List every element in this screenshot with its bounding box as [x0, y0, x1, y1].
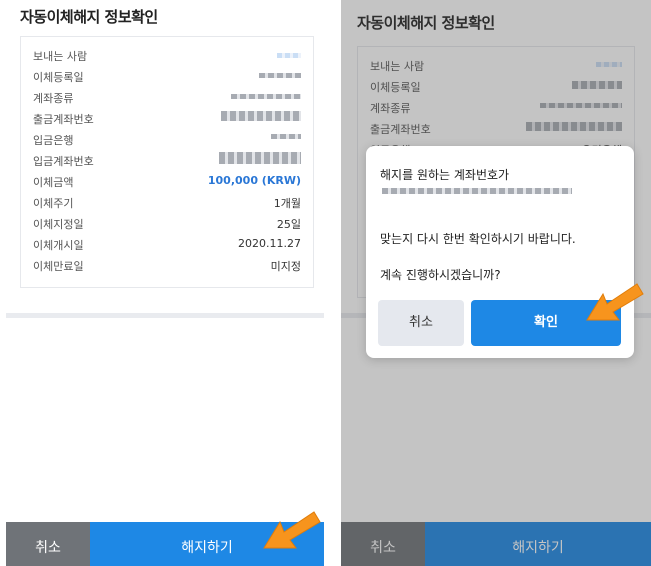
row-account-type: 계좌종류: [33, 87, 301, 107]
row-withdraw-account: 출금계좌번호: [33, 108, 301, 128]
orange-arrow-icon: [263, 511, 321, 549]
row-label: 이체만료일: [33, 260, 84, 273]
masked-value: [259, 73, 301, 78]
masked-account-number: [382, 188, 572, 194]
row-amount: 이체금액 100,000 (KRW): [33, 171, 301, 191]
row-label: 계좌종류: [33, 92, 74, 105]
dialog-message-line: 맞는지 다시 한번 확인하시기 바랍니다.: [380, 232, 576, 246]
row-label: 입금은행: [33, 134, 74, 147]
masked-value: [277, 53, 301, 58]
row-label: 입금계좌번호: [33, 155, 94, 168]
row-sender: 보내는 사람: [33, 45, 301, 65]
row-value: 미지정: [270, 260, 301, 273]
page-title: 자동이체해지 정보확인: [20, 8, 158, 26]
row-value: 2020.11.27: [238, 237, 301, 250]
masked-value: [231, 94, 301, 99]
row-deposit-bank: 입금은행: [33, 129, 301, 149]
screen-gap: [330, 0, 341, 566]
row-cycle: 이체주기 1개월: [33, 192, 301, 212]
row-label: 이체금액: [33, 176, 74, 189]
confirm-screen-right: 자동이체해지 정보확인 보내는 사람 이체등록일 계좌종류 출금계좌번호 입금은…: [341, 0, 651, 566]
row-label: 출금계좌번호: [33, 113, 94, 126]
row-end-date: 이체만료일 미지정: [33, 255, 301, 275]
row-start-date: 이체개시일 2020.11.27: [33, 234, 301, 254]
masked-value: [221, 111, 301, 121]
masked-value: [271, 134, 301, 139]
row-value: 25일: [276, 218, 301, 231]
row-label: 이체지정일: [33, 218, 84, 231]
cancel-button[interactable]: 취소: [6, 522, 90, 566]
amount-value: 100,000 (KRW): [207, 174, 301, 187]
orange-arrow-icon: [586, 283, 644, 321]
row-label: 이체등록일: [33, 71, 84, 84]
row-value: 1개월: [273, 197, 301, 210]
dialog-message-line: 해지를 원하는 계좌번호가: [380, 168, 510, 182]
row-label: 이체주기: [33, 197, 74, 210]
confirm-screen-left: 자동이체해지 정보확인 보내는 사람 이체등록일 계좌종류 출금계좌번호 입금은…: [0, 0, 330, 566]
row-label: 이체개시일: [33, 239, 84, 252]
transfer-info-card: 보내는 사람 이체등록일 계좌종류 출금계좌번호 입금은행 입금계좌번호 이체금…: [20, 36, 314, 288]
row-register-date: 이체등록일: [33, 66, 301, 86]
row-designated-day: 이체지정일 25일: [33, 213, 301, 233]
dialog-question: 계속 진행하시겠습니까?: [380, 268, 501, 282]
dialog-cancel-button[interactable]: 취소: [378, 300, 464, 346]
row-label: 보내는 사람: [33, 50, 88, 63]
row-deposit-account: 입금계좌번호: [33, 150, 301, 170]
section-divider: [6, 313, 324, 318]
masked-value: [219, 152, 301, 164]
